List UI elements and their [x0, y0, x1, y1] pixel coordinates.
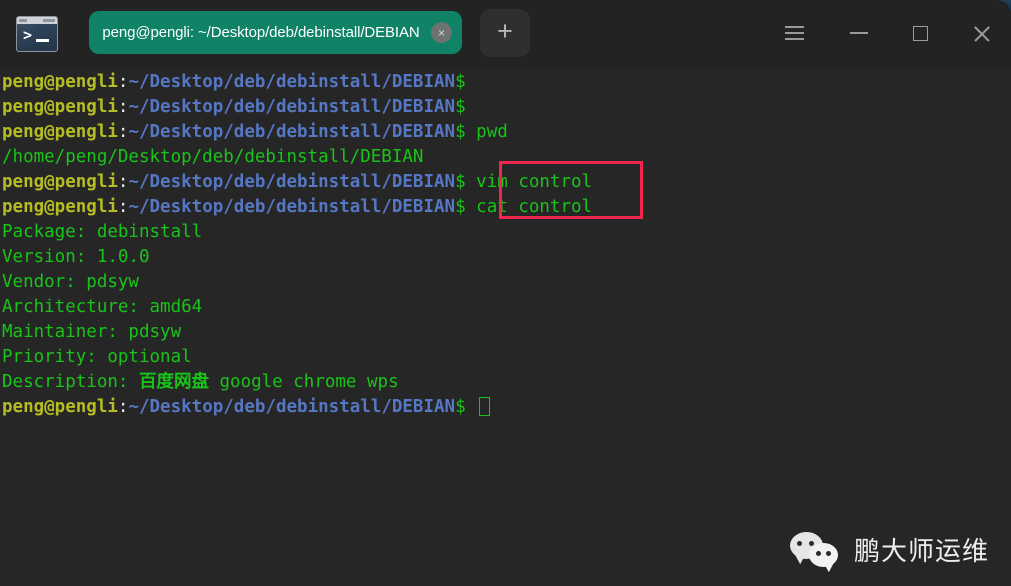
terminal-command: vim control — [476, 172, 593, 192]
prompt-user: peng@pengli — [2, 122, 118, 142]
prompt-path: ~/Desktop/deb/debinstall/DEBIAN — [128, 197, 456, 217]
prompt-path: ~/Desktop/deb/debinstall/DEBIAN — [128, 397, 456, 417]
prompt-user: peng@pengli — [2, 397, 118, 417]
prompt-user: peng@pengli — [2, 172, 118, 192]
prompt-dollar: $ — [455, 172, 466, 192]
prompt-user: peng@pengli — [2, 97, 118, 117]
new-tab-button[interactable]: + — [480, 9, 530, 57]
close-window-icon[interactable] — [962, 14, 1000, 52]
terminal-output-line: /home/peng/Desktop/deb/debinstall/DEBIAN — [2, 147, 424, 167]
minimize-icon[interactable] — [840, 14, 878, 52]
terminal-prompt-line: peng@pengli:~/Desktop/deb/debinstall/DEB… — [2, 195, 1011, 220]
prompt-path: ~/Desktop/deb/debinstall/DEBIAN — [128, 97, 456, 117]
watermark-text: 鹏大师运维 — [853, 536, 989, 567]
terminal-output-line: Description: 百度网盘 google chrome wps — [2, 372, 399, 392]
terminal-output-line: Version: 1.0.0 — [2, 247, 150, 267]
terminal-icon: > — [11, 9, 63, 59]
terminal-output-line: Package: debinstall — [2, 222, 203, 242]
terminal-output-line: Vendor: pdsyw — [2, 272, 139, 292]
terminal-tab[interactable]: peng@pengli: ~/Desktop/deb/debinstall/DE… — [89, 11, 462, 54]
terminal-output-line: Priority: optional — [2, 347, 192, 367]
prompt-separator: : — [117, 97, 129, 117]
terminal-prompt-line: peng@pengli:~/Desktop/deb/debinstall/DEB… — [2, 170, 1011, 195]
watermark: 鹏大师运维 — [789, 530, 989, 568]
tab-title: peng@pengli: ~/Desktop/deb/debinstall/DE… — [102, 24, 420, 41]
prompt-dollar: $ — [455, 72, 466, 92]
terminal-output-line: Architecture: amd64 — [2, 297, 203, 317]
prompt-separator: : — [117, 197, 129, 217]
prompt-separator: : — [117, 172, 129, 192]
wechat-icon — [789, 530, 842, 568]
new-tab-label: + — [497, 16, 513, 46]
terminal-prompt-line: peng@pengli:~/Desktop/deb/debinstall/DEB… — [2, 120, 1011, 145]
prompt-separator: : — [117, 397, 129, 417]
terminal-prompt-line: peng@pengli:~/Desktop/deb/debinstall/DEB… — [2, 95, 1011, 120]
terminal-command: pwd — [476, 122, 508, 142]
prompt-separator: : — [117, 72, 129, 92]
text-cursor — [479, 397, 491, 416]
prompt-dollar: $ — [455, 397, 466, 417]
prompt-user: peng@pengli — [2, 197, 118, 217]
terminal-output-area[interactable]: peng@pengli:~/Desktop/deb/debinstall/DEB… — [0, 67, 1011, 586]
terminal-prompt-line-active: peng@pengli:~/Desktop/deb/debinstall/DEB… — [2, 395, 1011, 420]
prompt-path: ~/Desktop/deb/debinstall/DEBIAN — [128, 72, 456, 92]
prompt-separator: : — [117, 122, 129, 142]
prompt-dollar: $ — [455, 97, 466, 117]
terminal-output-cjk: 百度网盘 — [138, 372, 209, 392]
maximize-icon[interactable] — [901, 14, 939, 52]
terminal-output-line: Maintainer: pdsyw — [2, 322, 182, 342]
close-tab-icon[interactable]: × — [431, 22, 452, 43]
terminal-command: cat control — [476, 197, 593, 217]
terminal-prompt-line: peng@pengli:~/Desktop/deb/debinstall/DEB… — [2, 70, 1011, 95]
prompt-dollar: $ — [455, 197, 466, 217]
hamburger-menu-icon[interactable] — [775, 14, 813, 52]
terminal-window: > peng@pengli: ~/Desktop/deb/debinstall/… — [0, 0, 1011, 586]
prompt-path: ~/Desktop/deb/debinstall/DEBIAN — [128, 122, 456, 142]
title-bar: > peng@pengli: ~/Desktop/deb/debinstall/… — [0, 0, 1011, 67]
prompt-dollar: $ — [455, 122, 466, 142]
icon-prompt-glyph: > — [23, 26, 33, 44]
prompt-path: ~/Desktop/deb/debinstall/DEBIAN — [128, 172, 456, 192]
prompt-user: peng@pengli — [2, 72, 118, 92]
